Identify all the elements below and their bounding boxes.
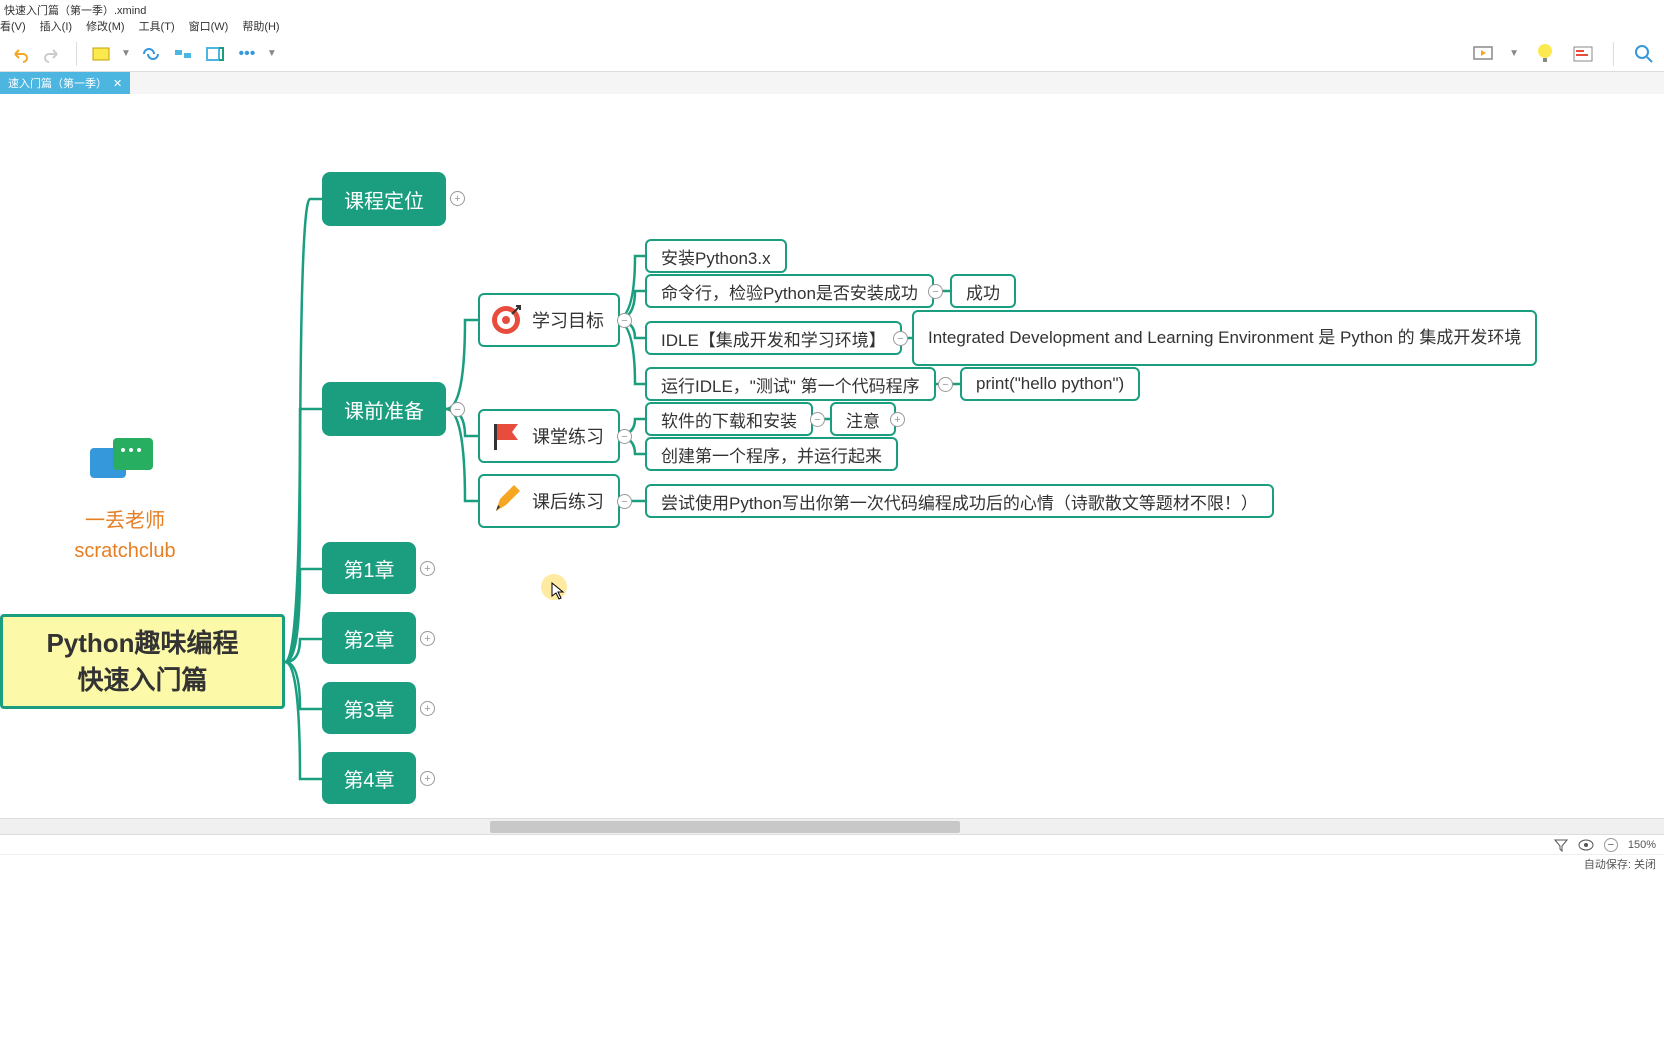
horizontal-scrollbar[interactable] xyxy=(0,818,1664,834)
teacher-sub: scratchclub xyxy=(60,536,190,566)
menu-modify[interactable]: 修改(M) xyxy=(86,18,125,36)
tab-bar: 速入门篇（第一季） ✕ xyxy=(0,72,1664,94)
tab-label: 速入门篇（第一季） xyxy=(8,75,107,91)
node-idle-description[interactable]: Integrated Development and Learning Envi… xyxy=(912,310,1537,366)
collapse-button[interactable]: − xyxy=(617,429,632,444)
scrollbar-thumb[interactable] xyxy=(490,821,960,833)
close-tab-button[interactable]: ✕ xyxy=(113,77,122,90)
collapse-button[interactable]: − xyxy=(893,331,908,346)
brainstorm-button[interactable] xyxy=(1533,42,1557,66)
gantt-button[interactable] xyxy=(1571,42,1595,66)
node-learning-goal[interactable]: 学习目标 xyxy=(478,293,620,347)
document-tab[interactable]: 速入门篇（第一季） ✕ xyxy=(0,72,130,94)
separator xyxy=(76,42,77,66)
dropdown-arrow-icon[interactable]: ▼ xyxy=(121,48,131,59)
dropdown-arrow-icon[interactable]: ▼ xyxy=(1509,48,1519,59)
node-create-first[interactable]: 创建第一个程序，并运行起来 xyxy=(645,437,898,471)
node-install-python[interactable]: 安装Python3.x xyxy=(645,239,787,273)
node-try-writing[interactable]: 尝试使用Python写出你第一次代码编程成功后的心情（诗歌散文等题材不限！） xyxy=(645,484,1274,518)
status-bar-2: 自动保存: 关闭 xyxy=(0,854,1664,872)
menu-view[interactable]: 看(V) xyxy=(0,18,26,36)
menu-insert[interactable]: 插入(I) xyxy=(40,18,72,36)
collapse-button[interactable]: − xyxy=(617,313,632,328)
root-line1: Python趣味编程 xyxy=(46,625,238,661)
filter-icon[interactable] xyxy=(1554,838,1568,852)
zoom-out-button[interactable]: − xyxy=(1604,838,1618,852)
node-note[interactable]: 注意 xyxy=(830,402,896,436)
expand-button[interactable]: + xyxy=(420,771,435,786)
node-chapter-4[interactable]: 第4章 xyxy=(322,752,416,804)
collapse-button[interactable]: − xyxy=(450,402,465,417)
teacher-name: 一丢老师 xyxy=(60,506,190,536)
root-line2: 快速入门篇 xyxy=(77,662,207,698)
menu-tools[interactable]: 工具(T) xyxy=(139,18,175,36)
search-button[interactable] xyxy=(1632,42,1656,66)
status-bar: − 150% xyxy=(0,834,1664,854)
node-run-idle[interactable]: 运行IDLE，"测试" 第一个代码程序 xyxy=(645,367,936,401)
link-button[interactable] xyxy=(139,42,163,66)
teacher-avatar-icon xyxy=(85,436,160,496)
root-node[interactable]: Python趣味编程 快速入门篇 xyxy=(0,614,285,709)
redo-button[interactable] xyxy=(40,42,64,66)
expand-button[interactable]: + xyxy=(420,701,435,716)
collapse-button[interactable]: − xyxy=(810,412,825,427)
node-chapter-1[interactable]: 第1章 xyxy=(322,542,416,594)
undo-button[interactable] xyxy=(8,42,32,66)
expand-button[interactable]: + xyxy=(420,631,435,646)
node-course-position[interactable]: 课程定位 xyxy=(322,172,446,226)
new-sheet-button[interactable] xyxy=(89,42,113,66)
separator xyxy=(1613,42,1614,66)
node-chapter-2[interactable]: 第2章 xyxy=(322,612,416,664)
node-idle[interactable]: IDLE【集成开发和学习环境】 xyxy=(645,321,902,355)
flag-icon xyxy=(490,420,522,452)
node-download[interactable]: 软件的下载和安装 xyxy=(645,402,813,436)
node-label: 课后练习 xyxy=(532,488,604,514)
presentation-button[interactable] xyxy=(1471,42,1495,66)
node-label: 课堂练习 xyxy=(532,423,604,449)
collapse-button[interactable]: − xyxy=(938,377,953,392)
zoom-level: 150% xyxy=(1628,839,1656,851)
node-chapter-3[interactable]: 第3章 xyxy=(322,682,416,734)
collapse-button[interactable]: − xyxy=(928,284,943,299)
collapse-button[interactable]: − xyxy=(617,494,632,509)
node-success[interactable]: 成功 xyxy=(950,274,1016,308)
autosave-status: 自动保存: 关闭 xyxy=(1584,856,1656,872)
window-title: 快速入门篇（第一季）.xmind xyxy=(0,0,1664,18)
teacher-label: 一丢老师 scratchclub xyxy=(60,506,190,566)
mindmap-canvas[interactable]: 一丢老师 scratchclub Python趣味编程 快速入门篇 课程定位 +… xyxy=(0,94,1664,818)
node-class-exercise[interactable]: 课堂练习 xyxy=(478,409,620,463)
node-print[interactable]: print("hello python") xyxy=(960,367,1140,401)
cursor-icon xyxy=(551,582,565,600)
menu-bar: 看(V) 插入(I) 修改(M) 工具(T) 窗口(W) 帮助(H) xyxy=(0,18,1664,36)
expand-button[interactable]: + xyxy=(420,561,435,576)
relationship-button[interactable] xyxy=(171,42,195,66)
menu-window[interactable]: 窗口(W) xyxy=(189,18,229,36)
toolbar: ▼ ••• ▼ ▼ xyxy=(0,36,1664,72)
eye-icon[interactable] xyxy=(1578,839,1594,851)
node-pre-preparation[interactable]: 课前准备 xyxy=(322,382,446,436)
expand-button[interactable]: + xyxy=(450,191,465,206)
expand-button[interactable]: + xyxy=(890,412,905,427)
pencil-icon xyxy=(490,485,522,517)
node-label: 学习目标 xyxy=(532,307,604,333)
target-icon xyxy=(490,304,522,336)
boundary-button[interactable] xyxy=(203,42,227,66)
dropdown-arrow-icon[interactable]: ▼ xyxy=(267,48,277,59)
more-button[interactable]: ••• xyxy=(235,42,259,66)
node-command-line[interactable]: 命令行，检验Python是否安装成功 xyxy=(645,274,934,308)
menu-help[interactable]: 帮助(H) xyxy=(242,18,279,36)
node-after-exercise[interactable]: 课后练习 xyxy=(478,474,620,528)
